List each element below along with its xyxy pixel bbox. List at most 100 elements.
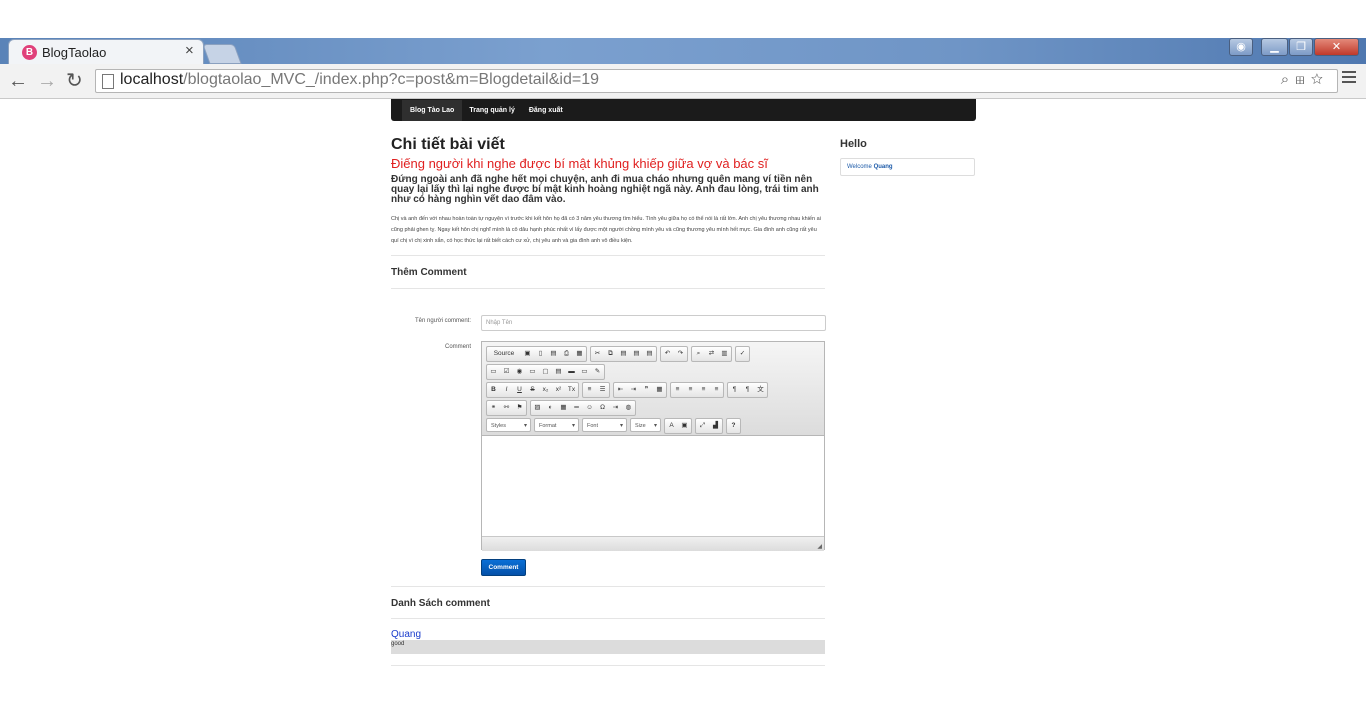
paste-text-icon[interactable]: ▤	[630, 347, 643, 361]
language-icon[interactable]: 文	[754, 383, 767, 397]
format-dropdown[interactable]: Format	[534, 418, 579, 433]
editor-toolbar: Source ▣ ▯ ▤ ⎙ ▦ ✂ ⧉ ▤ ▤ ▤ ↶ ↷ ⌕ ⇄ ▥ ✓ ▭ ☑ ◉ ▭ ▢ ▤ ▬ ▭ ✎ BIU…	[482, 342, 824, 436]
align-center-icon[interactable]: ≡	[684, 383, 697, 397]
reload-icon[interactable]: ↻	[66, 70, 83, 92]
italic-icon[interactable]: I	[500, 383, 513, 397]
table-icon[interactable]: ▦	[557, 401, 570, 415]
textarea-icon[interactable]: ▢	[539, 365, 552, 379]
url-path: /blogtaolao_MVC_/index.php?c=post&m=Blog…	[183, 71, 599, 88]
indent-icon[interactable]: ⇥	[627, 383, 640, 397]
preview-icon[interactable]: ▤	[547, 347, 560, 361]
bold-icon[interactable]: B	[487, 383, 500, 397]
align-right-icon[interactable]: ≡	[697, 383, 710, 397]
paste-word-icon[interactable]: ▤	[643, 347, 656, 361]
bookmark-star-icon[interactable]: ☆	[1311, 71, 1329, 88]
print-icon[interactable]: ⎙	[560, 347, 573, 361]
resize-handle-icon[interactable]: ◢	[817, 543, 822, 550]
help-icon[interactable]: ?	[727, 419, 740, 433]
replace-icon[interactable]: ⇄	[705, 347, 718, 361]
comment-list-heading: Danh Sách comment	[391, 598, 490, 609]
hidden-field-icon[interactable]: ✎	[591, 365, 604, 379]
button-icon[interactable]: ▬	[565, 365, 578, 379]
back-arrow-icon[interactable]: ←	[8, 70, 28, 92]
text-color-icon[interactable]: A	[665, 419, 678, 433]
maximize-icon[interactable]: ⤢	[696, 419, 709, 433]
forward-arrow-icon[interactable]: →	[37, 70, 57, 92]
cut-icon[interactable]: ✂	[591, 347, 604, 361]
comment-submit-button[interactable]: Comment	[481, 559, 526, 576]
image-icon[interactable]: ▨	[531, 401, 544, 415]
page-heading: Chi tiết bài viết	[391, 136, 505, 153]
smiley-icon[interactable]: ☺	[583, 401, 596, 415]
address-bar[interactable]: localhost/blogtaolao_MVC_/index.php?c=po…	[95, 69, 1338, 93]
post-summary: Đứng ngoài anh đã nghe hết mọi chuyện, a…	[391, 174, 819, 205]
new-page-icon[interactable]: ▯	[534, 347, 547, 361]
address-bar-tools: ⌕⊞☆	[1281, 71, 1329, 88]
subscript-icon[interactable]: x₂	[539, 383, 552, 397]
outdent-icon[interactable]: ⇤	[614, 383, 627, 397]
select-all-icon[interactable]: ▥	[718, 347, 731, 361]
profile-icon[interactable]: ◉	[1229, 38, 1253, 56]
special-char-icon[interactable]: Ω	[596, 401, 609, 415]
browser-tab[interactable]: B BlogTaolao ×	[8, 39, 204, 65]
browser-menu-icon[interactable]	[1342, 71, 1356, 86]
unlink-icon[interactable]: ⚯	[500, 401, 513, 415]
link-icon[interactable]: ⚭	[487, 401, 500, 415]
remove-format-icon[interactable]: Tx	[565, 383, 578, 397]
justify-icon[interactable]: ≡	[710, 383, 723, 397]
divider	[391, 618, 825, 619]
align-left-icon[interactable]: ≡	[671, 383, 684, 397]
nav-item-logout[interactable]: Đăng xuất	[522, 100, 570, 121]
textfield-icon[interactable]: ▭	[526, 365, 539, 379]
blockquote-icon[interactable]: ❞	[640, 383, 653, 397]
welcome-username[interactable]: Quang	[874, 164, 893, 170]
nav-item-home[interactable]: Blog Tào Lao	[402, 100, 463, 121]
name-input[interactable]: Nhập Tên	[481, 315, 826, 331]
redo-icon[interactable]: ↷	[674, 347, 687, 361]
minimize-button[interactable]: ▁	[1261, 38, 1288, 56]
nav-item-admin[interactable]: Trang quản lý	[462, 100, 522, 121]
anchor-icon[interactable]: ⚑	[513, 401, 526, 415]
flash-icon[interactable]: ◐	[544, 401, 557, 415]
horizontal-rule-icon[interactable]: ═	[570, 401, 583, 415]
form-icon[interactable]: ▭	[487, 365, 500, 379]
source-button[interactable]: Source	[487, 347, 521, 361]
new-tab-button[interactable]	[202, 44, 242, 64]
div-icon[interactable]: ▦	[653, 383, 666, 397]
sidebar-title: Hello	[840, 138, 867, 150]
ltr-icon[interactable]: ¶	[728, 383, 741, 397]
page-break-icon[interactable]: ⇥	[609, 401, 622, 415]
iframe-icon[interactable]: ◍	[622, 401, 635, 415]
spellcheck-icon[interactable]: ✓	[736, 347, 749, 361]
templates-icon[interactable]: ▦	[573, 347, 586, 361]
numbered-list-icon[interactable]: ≡	[583, 383, 596, 397]
checkbox-icon[interactable]: ☑	[500, 365, 513, 379]
strike-icon[interactable]: S	[526, 383, 539, 397]
translate-icon[interactable]: ⊞	[1295, 71, 1311, 88]
styles-dropdown[interactable]: Styles	[486, 418, 531, 433]
find-icon[interactable]: ⌕	[692, 347, 705, 361]
show-blocks-icon[interactable]: ▟	[709, 419, 722, 433]
superscript-icon[interactable]: x²	[552, 383, 565, 397]
site-favicon-icon: B	[22, 45, 37, 60]
radio-icon[interactable]: ◉	[513, 365, 526, 379]
maximize-button[interactable]: ❐	[1289, 38, 1313, 56]
rtl-icon[interactable]: ¶	[741, 383, 754, 397]
bg-color-icon[interactable]: ▣	[678, 419, 691, 433]
bulleted-list-icon[interactable]: ☰	[596, 383, 609, 397]
tab-close-icon[interactable]: ×	[185, 42, 194, 59]
undo-icon[interactable]: ↶	[661, 347, 674, 361]
save-icon[interactable]: ▣	[521, 347, 534, 361]
font-dropdown[interactable]: Font	[582, 418, 627, 433]
copy-icon[interactable]: ⧉	[604, 347, 617, 361]
size-dropdown[interactable]: Size	[630, 418, 661, 433]
select-icon[interactable]: ▤	[552, 365, 565, 379]
comment-author[interactable]: Quang	[391, 629, 421, 640]
comment-textarea[interactable]	[482, 436, 824, 536]
window-close-button[interactable]: ✕	[1314, 38, 1359, 56]
zoom-icon[interactable]: ⌕	[1281, 71, 1295, 88]
rich-text-editor: Source ▣ ▯ ▤ ⎙ ▦ ✂ ⧉ ▤ ▤ ▤ ↶ ↷ ⌕ ⇄ ▥ ✓ ▭ ☑ ◉ ▭ ▢ ▤ ▬ ▭ ✎ BIU…	[481, 341, 825, 551]
paste-icon[interactable]: ▤	[617, 347, 630, 361]
underline-icon[interactable]: U	[513, 383, 526, 397]
image-button-icon[interactable]: ▭	[578, 365, 591, 379]
